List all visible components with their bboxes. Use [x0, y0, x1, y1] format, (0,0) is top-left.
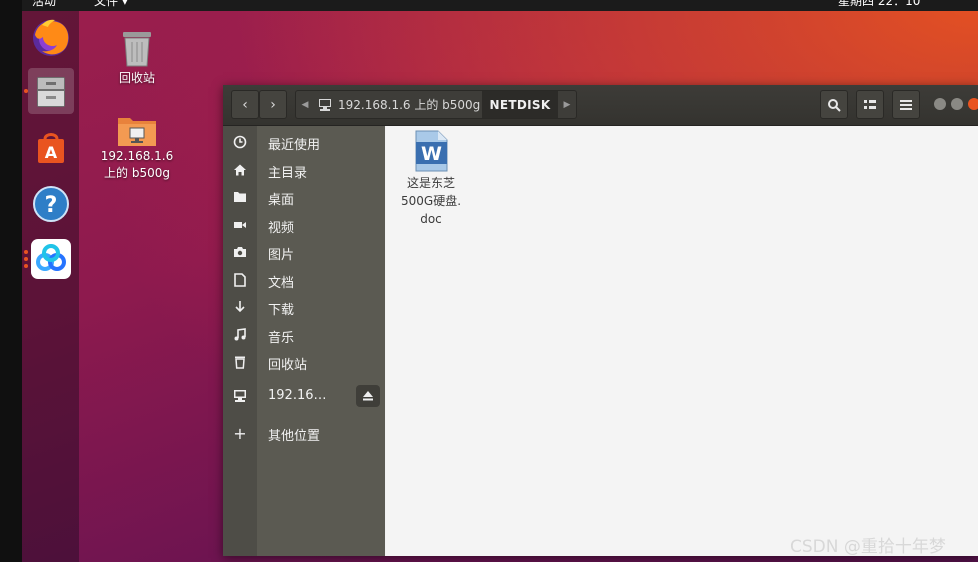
dock-item-netdisk[interactable] [24, 236, 74, 282]
clock[interactable]: 星期四 22：10 [838, 0, 920, 9]
running-indicator [24, 257, 28, 261]
activities-button[interactable]: 活动 [32, 0, 56, 9]
desktop-folder-icon [232, 189, 248, 205]
dock-item-software[interactable]: A [28, 125, 74, 171]
minimize-button[interactable] [934, 98, 946, 110]
hamburger-menu-icon [900, 99, 912, 110]
document-icon [232, 272, 248, 288]
file-manager-window: ‹ › ◀ 192.168.1.6 上的 b500g NETDISK ▶ 最近使… [223, 85, 978, 556]
sidebar-item-label: 视频 [268, 221, 295, 236]
sidebar-item-pictures[interactable]: 图片 [223, 239, 385, 266]
path-segment-label: 192.168.1.6 上的 b500g [338, 98, 481, 112]
dock: A ? [22, 11, 79, 562]
path-scroll-right-button[interactable]: ▶ [558, 91, 576, 118]
sidebar-item-network-share[interactable]: 192.16… [223, 383, 385, 410]
sidebar-item-home[interactable]: 主目录 [223, 157, 385, 184]
sidebar-item-label: 最近使用 [268, 138, 321, 153]
sidebar-item-label: 桌面 [268, 193, 295, 208]
sidebar-item-label: 回收站 [268, 358, 308, 373]
sidebar-item-label: 其他位置 [268, 429, 321, 444]
sidebar-item-downloads[interactable]: 下载 [223, 294, 385, 321]
watermark: CSDN @重拾十年梦 [790, 537, 946, 557]
file-name-line: 500G硬盘. [400, 194, 462, 208]
eject-button[interactable] [356, 385, 380, 407]
file-name-line: 这是东芝 [406, 176, 455, 190]
file-view: W 这是东芝 500G硬盘. doc [386, 126, 978, 556]
sidebar-item-label: 192.16… [268, 388, 327, 403]
sidebar: 最近使用 主目录 桌面 视频 图片 文档 下载 音乐 回收站 192.16… +… [223, 126, 385, 556]
running-indicator [24, 250, 28, 254]
path-segment-share[interactable]: 192.168.1.6 上的 b500g [314, 91, 482, 118]
top-bar: 活动 文件 ▾ 星期四 22：10 [22, 0, 978, 11]
close-button[interactable] [968, 98, 978, 110]
sidebar-item-documents[interactable]: 文档 [223, 267, 385, 294]
svg-text:W: W [421, 143, 442, 165]
chevron-right-icon: › [270, 96, 276, 113]
desktop-icon-network-share[interactable]: 192.168.1.6 上的 b500g [96, 112, 178, 182]
path-segment-label: NETDISK [489, 97, 551, 112]
screen-edge [0, 0, 22, 562]
sidebar-item-trash[interactable]: 回收站 [223, 349, 385, 376]
search-icon [828, 98, 841, 112]
sidebar-item-music[interactable]: 音乐 [223, 322, 385, 349]
chevron-left-icon: ‹ [242, 96, 248, 113]
sidebar-item-label: 图片 [268, 248, 295, 263]
trash-icon [232, 354, 248, 370]
svg-text:A: A [45, 143, 58, 162]
network-folder-icon [118, 118, 156, 146]
path-scroll-left-button[interactable]: ◀ [296, 91, 314, 118]
path-segment-current[interactable]: NETDISK [482, 91, 558, 118]
dock-item-firefox[interactable] [28, 15, 74, 61]
sidebar-item-label: 主目录 [268, 166, 308, 181]
home-icon [232, 162, 248, 178]
download-icon [232, 299, 248, 315]
sidebar-item-desktop[interactable]: 桌面 [223, 184, 385, 211]
file-item[interactable]: W 这是东芝 500G硬盘. doc [398, 130, 464, 228]
desktop-icon-trash[interactable]: 回收站 [100, 26, 174, 87]
file-name-line: doc [420, 212, 442, 226]
firefox-icon [33, 19, 69, 56]
running-indicator [24, 89, 28, 93]
recent-icon [232, 134, 248, 150]
sidebar-item-label: 文档 [268, 276, 295, 291]
video-icon [232, 217, 248, 233]
app-menu[interactable]: 文件 ▾ [94, 0, 128, 9]
sidebar-item-label: 音乐 [268, 331, 295, 346]
menu-button[interactable] [892, 90, 920, 119]
dock-item-files[interactable] [24, 68, 74, 114]
desktop-icon-label: 回收站 [118, 71, 155, 85]
music-icon [232, 327, 248, 343]
camera-icon [232, 244, 248, 260]
maximize-button[interactable] [951, 98, 963, 110]
list-view-icon [864, 99, 876, 109]
desktop-icon-label: 192.168.1.6 [100, 149, 174, 163]
trash-icon [123, 32, 151, 67]
sidebar-item-videos[interactable]: 视频 [223, 212, 385, 239]
search-button[interactable] [820, 90, 848, 119]
path-bar: ◀ 192.168.1.6 上的 b500g NETDISK ▶ [295, 90, 577, 119]
help-icon: ? [33, 186, 69, 222]
software-store-icon: A [38, 133, 64, 163]
forward-button[interactable]: › [259, 90, 287, 119]
running-indicator [24, 264, 28, 268]
desktop-icon-label: 上的 b500g [104, 166, 170, 180]
svg-text:?: ? [45, 193, 58, 218]
back-button[interactable]: ‹ [231, 90, 259, 119]
word-doc-icon: W [415, 130, 448, 172]
baidu-netdisk-icon [31, 239, 71, 279]
sidebar-item-other-locations[interactable]: + 其他位置 [223, 420, 385, 447]
files-icon [37, 77, 65, 107]
header-bar: ‹ › ◀ 192.168.1.6 上的 b500g NETDISK ▶ [223, 85, 978, 126]
sidebar-item-recent[interactable]: 最近使用 [223, 129, 385, 156]
sidebar-item-label: 下载 [268, 303, 295, 318]
eject-icon [363, 391, 373, 401]
network-drive-icon [232, 388, 248, 404]
view-toggle-button[interactable] [856, 90, 884, 119]
plus-icon: + [233, 423, 247, 443]
network-drive-icon [319, 98, 331, 111]
dock-item-help[interactable]: ? [28, 181, 74, 227]
